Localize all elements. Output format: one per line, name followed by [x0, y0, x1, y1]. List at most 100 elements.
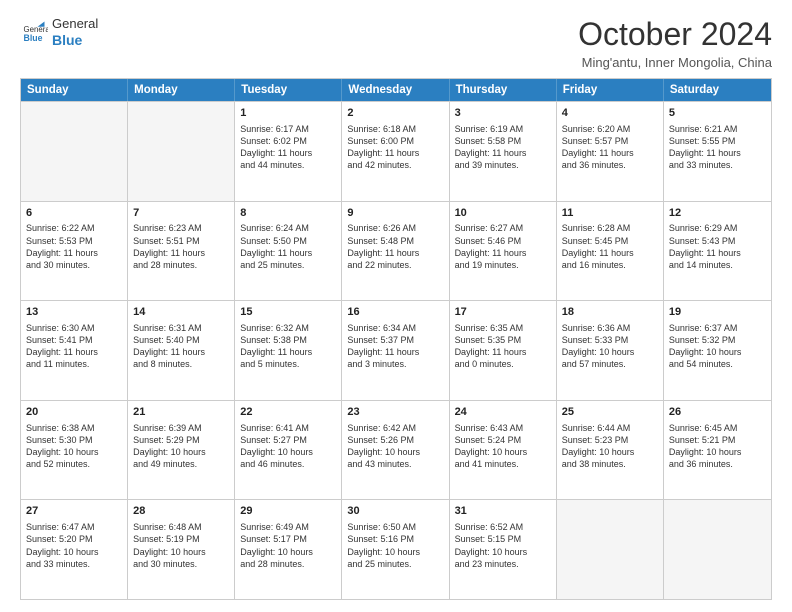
calendar-cell: [128, 102, 235, 201]
calendar-cell: 25 Sunrise: 6:44 AMSunset: 5:23 PMDayligh…: [557, 401, 664, 500]
calendar-row: 27Sunrise: 6:47 AMSunset: 5:20 PMDayligh…: [21, 499, 771, 599]
cell-text: Sunrise: 6:19 AMSunset: 5:58 PMDaylight:…: [455, 123, 551, 172]
calendar-cell: 4Sunrise: 6:20 AMSunset: 5:57 PMDaylight…: [557, 102, 664, 201]
cell-text: Sunrise: 6:39 AMSunset: 5:29 PMDaylight:…: [133, 422, 229, 471]
calendar-cell: 27Sunrise: 6:47 AMSunset: 5:20 PMDayligh…: [21, 500, 128, 599]
cell-text: Sunrise: 6:29 AMSunset: 5:43 PMDaylight:…: [669, 222, 766, 271]
calendar-cell: 3 Sunrise: 6:19 AMSunset: 5:58 PMDaylight…: [450, 102, 557, 201]
cell-text: Sunrise: 6:24 AMSunset: 5:50 PMDaylight:…: [240, 222, 336, 271]
day-number: 13: [26, 305, 122, 320]
calendar-cell: 20Sunrise: 6:38 AMSunset: 5:30 PMDayligh…: [21, 401, 128, 500]
cell-text: Sunrise: 6:28 AMSunset: 5:45 PMDaylight:…: [562, 222, 658, 271]
calendar-cell: 21Sunrise: 6:39 AMSunset: 5:29 PMDayligh…: [128, 401, 235, 500]
calendar-cell: 18 Sunrise: 6:36 AMSunset: 5:33 PMDayligh…: [557, 301, 664, 400]
calendar-header-cell: Tuesday: [235, 79, 342, 101]
calendar-cell: 14 Sunrise: 6:31 AMSunset: 5:40 PMDayligh…: [128, 301, 235, 400]
cell-text: Sunrise: 6:36 AMSunset: 5:33 PMDaylight:…: [562, 322, 658, 371]
day-number: 1: [240, 106, 336, 121]
day-number: 27: [26, 504, 122, 519]
calendar-cell: [21, 102, 128, 201]
svg-text:Blue: Blue: [24, 33, 43, 43]
calendar-cell: 28Sunrise: 6:48 AMSunset: 5:19 PMDayligh…: [128, 500, 235, 599]
calendar-cell: 1 Sunrise: 6:17 AMSunset: 6:02 PMDaylight…: [235, 102, 342, 201]
cell-text: Sunrise: 6:32 AMSunset: 5:38 PMDaylight:…: [240, 322, 336, 371]
calendar: SundayMondayTuesdayWednesdayThursdayFrid…: [20, 78, 772, 600]
month-title: October 2024: [578, 16, 772, 53]
calendar-header: SundayMondayTuesdayWednesdayThursdayFrid…: [21, 79, 771, 101]
cell-text: Sunrise: 6:18 AMSunset: 6:00 PMDaylight:…: [347, 123, 443, 172]
calendar-cell: 10Sunrise: 6:27 AMSunset: 5:46 PMDayligh…: [450, 202, 557, 301]
cell-text: Sunrise: 6:30 AMSunset: 5:41 PMDaylight:…: [26, 322, 122, 371]
day-number: 29: [240, 504, 336, 519]
calendar-cell: 12Sunrise: 6:29 AMSunset: 5:43 PMDayligh…: [664, 202, 771, 301]
day-number: 6: [26, 206, 122, 221]
day-number: 12: [669, 206, 766, 221]
calendar-cell: 31Sunrise: 6:52 AMSunset: 5:15 PMDayligh…: [450, 500, 557, 599]
cell-text: Sunrise: 6:49 AMSunset: 5:17 PMDaylight:…: [240, 521, 336, 570]
day-number: 24: [455, 405, 551, 420]
calendar-header-cell: Wednesday: [342, 79, 449, 101]
day-number: 30: [347, 504, 443, 519]
day-number: 2: [347, 106, 443, 121]
day-number: 9: [347, 206, 443, 221]
calendar-cell: [557, 500, 664, 599]
cell-text: Sunrise: 6:17 AMSunset: 6:02 PMDaylight:…: [240, 123, 336, 172]
day-number: 22: [240, 405, 336, 420]
day-number: 18: [562, 305, 658, 320]
calendar-cell: 23Sunrise: 6:42 AMSunset: 5:26 PMDayligh…: [342, 401, 449, 500]
day-number: 8: [240, 206, 336, 221]
calendar-row: 6Sunrise: 6:22 AMSunset: 5:53 PMDaylight…: [21, 201, 771, 301]
calendar-cell: 19Sunrise: 6:37 AMSunset: 5:32 PMDayligh…: [664, 301, 771, 400]
calendar-cell: [664, 500, 771, 599]
cell-text: Sunrise: 6:31 AMSunset: 5:40 PMDaylight:…: [133, 322, 229, 371]
day-number: 7: [133, 206, 229, 221]
page: General Blue General Blue October 2024 M…: [0, 0, 792, 612]
day-number: 15: [240, 305, 336, 320]
day-number: 23: [347, 405, 443, 420]
day-number: 28: [133, 504, 229, 519]
calendar-body: 1 Sunrise: 6:17 AMSunset: 6:02 PMDaylight…: [21, 101, 771, 599]
day-number: 26: [669, 405, 766, 420]
calendar-cell: 16Sunrise: 6:34 AMSunset: 5:37 PMDayligh…: [342, 301, 449, 400]
cell-text: Sunrise: 6:45 AMSunset: 5:21 PMDaylight:…: [669, 422, 766, 471]
header: General Blue General Blue October 2024 M…: [20, 16, 772, 70]
location: Ming'antu, Inner Mongolia, China: [578, 55, 772, 70]
calendar-cell: 17Sunrise: 6:35 AMSunset: 5:35 PMDayligh…: [450, 301, 557, 400]
cell-text: Sunrise: 6:37 AMSunset: 5:32 PMDaylight:…: [669, 322, 766, 371]
logo-blue-text: Blue: [52, 32, 98, 49]
cell-text: Sunrise: 6:26 AMSunset: 5:48 PMDaylight:…: [347, 222, 443, 271]
day-number: 4: [562, 106, 658, 121]
calendar-cell: 13 Sunrise: 6:30 AMSunset: 5:41 PMDayligh…: [21, 301, 128, 400]
cell-text: Sunrise: 6:43 AMSunset: 5:24 PMDaylight:…: [455, 422, 551, 471]
cell-text: Sunrise: 6:44 AMSunset: 5:23 PMDaylight:…: [562, 422, 658, 471]
calendar-cell: 5 Sunrise: 6:21 AMSunset: 5:55 PMDaylight…: [664, 102, 771, 201]
calendar-header-cell: Thursday: [450, 79, 557, 101]
calendar-cell: 8Sunrise: 6:24 AMSunset: 5:50 PMDaylight…: [235, 202, 342, 301]
cell-text: Sunrise: 6:23 AMSunset: 5:51 PMDaylight:…: [133, 222, 229, 271]
logo: General Blue General Blue: [20, 16, 98, 48]
day-number: 25: [562, 405, 658, 420]
logo-icon: General Blue: [20, 18, 48, 46]
day-number: 10: [455, 206, 551, 221]
calendar-cell: 24 Sunrise: 6:43 AMSunset: 5:24 PMDayligh…: [450, 401, 557, 500]
logo-general-text: General: [52, 16, 98, 32]
calendar-row: 1 Sunrise: 6:17 AMSunset: 6:02 PMDaylight…: [21, 101, 771, 201]
cell-text: Sunrise: 6:41 AMSunset: 5:27 PMDaylight:…: [240, 422, 336, 471]
cell-text: Sunrise: 6:38 AMSunset: 5:30 PMDaylight:…: [26, 422, 122, 471]
calendar-header-cell: Saturday: [664, 79, 771, 101]
calendar-row: 20Sunrise: 6:38 AMSunset: 5:30 PMDayligh…: [21, 400, 771, 500]
calendar-cell: 2 Sunrise: 6:18 AMSunset: 6:00 PMDaylight…: [342, 102, 449, 201]
cell-text: Sunrise: 6:21 AMSunset: 5:55 PMDaylight:…: [669, 123, 766, 172]
day-number: 11: [562, 206, 658, 221]
day-number: 16: [347, 305, 443, 320]
calendar-cell: 22 Sunrise: 6:41 AMSunset: 5:27 PMDayligh…: [235, 401, 342, 500]
title-block: October 2024 Ming'antu, Inner Mongolia, …: [578, 16, 772, 70]
day-number: 3: [455, 106, 551, 121]
calendar-header-cell: Friday: [557, 79, 664, 101]
calendar-cell: 15 Sunrise: 6:32 AMSunset: 5:38 PMDayligh…: [235, 301, 342, 400]
day-number: 5: [669, 106, 766, 121]
calendar-header-cell: Monday: [128, 79, 235, 101]
day-number: 14: [133, 305, 229, 320]
calendar-cell: 11Sunrise: 6:28 AMSunset: 5:45 PMDayligh…: [557, 202, 664, 301]
day-number: 17: [455, 305, 551, 320]
